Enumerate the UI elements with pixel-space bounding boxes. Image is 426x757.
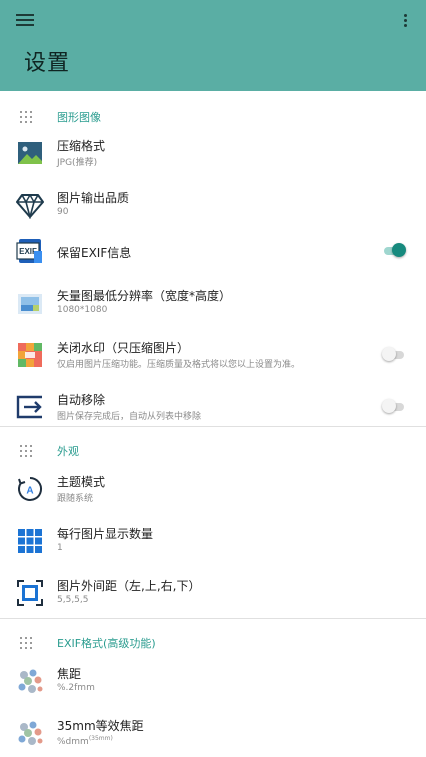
setting-title: 35mm等效焦距 bbox=[57, 719, 144, 733]
setting-title: 焦距 bbox=[57, 667, 82, 681]
setting-focal-length-35mm[interactable]: 35mm等效焦距 %dmm(35mm) bbox=[0, 707, 426, 757]
setting-compress-format[interactable]: 压缩格式 JPG(推荐) bbox=[0, 127, 426, 179]
theme-icon: A bbox=[16, 475, 44, 503]
setting-vector-min-resolution[interactable]: 矢量图最低分辨率（宽度*高度） 1080*1080 bbox=[0, 277, 426, 329]
setting-subtitle: 跟随系统 bbox=[57, 494, 94, 504]
setting-title: 图片输出品质 bbox=[57, 191, 130, 205]
disable-watermark-toggle[interactable] bbox=[382, 347, 406, 363]
section-divider bbox=[0, 618, 426, 619]
setting-subtitle: 图片保存完成后，自动从列表中移除 bbox=[57, 412, 202, 422]
setting-subtitle: 5,5,5,5 bbox=[57, 595, 89, 605]
svg-text:A: A bbox=[26, 486, 33, 497]
grid-count-icon bbox=[16, 527, 44, 555]
more-options-icon[interactable] bbox=[402, 14, 408, 30]
setting-subtitle: 1080*1080 bbox=[57, 305, 108, 315]
setting-title: 主题模式 bbox=[57, 475, 106, 489]
subtitle-text: %dmm bbox=[57, 737, 89, 747]
setting-subtitle: 1 bbox=[57, 543, 63, 553]
setting-keep-exif[interactable]: EXIF 保留EXIF信息 bbox=[0, 225, 426, 277]
setting-title: 压缩格式 bbox=[57, 139, 106, 153]
exif-icon: EXIF bbox=[16, 237, 44, 265]
app-bar: 设置 bbox=[0, 0, 426, 91]
setting-title: 关闭水印（只压缩图片） bbox=[57, 341, 190, 355]
section-header-appearance: 外观 bbox=[0, 431, 426, 467]
keep-exif-toggle[interactable] bbox=[382, 243, 406, 259]
setting-images-per-row[interactable]: 每行图片显示数量 1 bbox=[0, 515, 426, 567]
setting-output-quality[interactable]: 图片输出品质 90 bbox=[0, 179, 426, 231]
page-title: 设置 bbox=[24, 51, 71, 76]
diamond-icon bbox=[16, 191, 44, 221]
watermark-icon bbox=[16, 341, 44, 369]
section-divider bbox=[0, 426, 426, 427]
setting-disable-watermark[interactable]: 关闭水印（只压缩图片） 仅启用图片压缩功能。压缩质量及格式将以您以上设置为准。 bbox=[0, 329, 426, 381]
setting-subtitle: %dmm(35mm) bbox=[57, 735, 113, 747]
section-header-exif: EXIF格式(高级功能) bbox=[0, 623, 426, 659]
section-grid-icon bbox=[20, 445, 32, 457]
section-grid-icon bbox=[20, 111, 32, 123]
section-grid-icon bbox=[20, 637, 32, 649]
auto-remove-toggle[interactable] bbox=[382, 399, 406, 415]
setting-title: 每行图片显示数量 bbox=[57, 527, 154, 541]
menu-icon[interactable] bbox=[16, 14, 34, 28]
setting-title: 自动移除 bbox=[57, 393, 106, 407]
section-label: 图形图像 bbox=[57, 111, 101, 124]
setting-subtitle: %.2fmm bbox=[57, 683, 95, 693]
auto-remove-icon bbox=[16, 393, 44, 421]
subtitle-superscript: (35mm) bbox=[88, 735, 113, 742]
image-icon bbox=[16, 139, 44, 167]
setting-title: 矢量图最低分辨率（宽度*高度） bbox=[57, 289, 232, 303]
focal-35mm-icon bbox=[16, 719, 44, 747]
setting-title: 图片外间距（左,上,右,下） bbox=[57, 579, 201, 593]
section-label: 外观 bbox=[57, 445, 79, 458]
setting-subtitle: JPG(推荐) bbox=[57, 158, 98, 168]
setting-subtitle: 90 bbox=[57, 207, 69, 217]
section-label: EXIF格式(高级功能) bbox=[57, 637, 156, 650]
setting-subtitle: 仅启用图片压缩功能。压缩质量及格式将以您以上设置为准。 bbox=[57, 360, 301, 370]
setting-focal-length[interactable]: 焦距 %.2fmm bbox=[0, 655, 426, 707]
setting-image-padding[interactable]: 图片外间距（左,上,右,下） 5,5,5,5 bbox=[0, 567, 426, 619]
vector-image-icon bbox=[16, 289, 44, 317]
setting-theme-mode[interactable]: A 主题模式 跟随系统 bbox=[0, 463, 426, 515]
padding-icon bbox=[16, 579, 44, 607]
focal-length-icon bbox=[16, 667, 44, 695]
setting-title: 保留EXIF信息 bbox=[57, 246, 132, 260]
